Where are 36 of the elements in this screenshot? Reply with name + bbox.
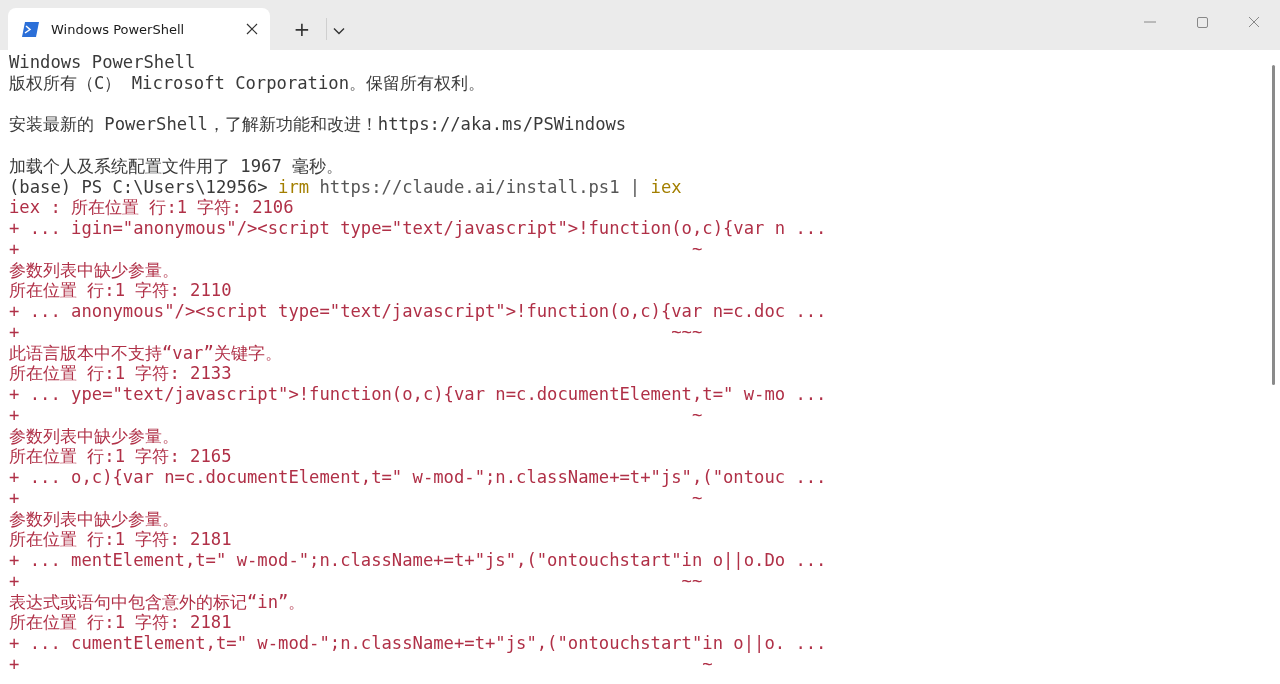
error-line: 此语言版本中不支持“var”关键字。 — [9, 342, 283, 364]
error-line: + ~~~ — [9, 321, 704, 343]
error-line: + ~ — [9, 487, 704, 509]
output-line: Windows PowerShell — [9, 52, 197, 73]
error-line: + ... o,c){var n=c.documentElement,t=" w-mod-";n.className+=t+"js",("ontouc ... — [9, 467, 827, 488]
output-line: 加载个人及系统配置文件用了 1967 毫秒。 — [9, 155, 345, 177]
close-tab-icon[interactable] — [246, 23, 258, 35]
error-line: 所在位置 行:1 字符: 2181 — [9, 612, 233, 633]
maximize-icon[interactable] — [1196, 16, 1208, 28]
terminal-tab[interactable]: Windows PowerShell — [8, 8, 270, 50]
error-line: 所在位置 行:1 字符: 2133 — [9, 363, 233, 384]
error-line: + ~ — [9, 404, 704, 426]
close-icon[interactable] — [1248, 16, 1260, 28]
error-line: 所在位置 行:1 字符: 2165 — [9, 446, 233, 467]
output-line: 安装最新的 PowerShell，了解新功能和改进！https://aka.ms/PSWindows — [9, 114, 628, 135]
error-line: + ~ — [9, 238, 704, 260]
command-line: (base) PS C:\Users\12956> irm https://claude.ai/install.ps1 | iex — [9, 176, 683, 198]
error-line: 表达式或语句中包含意外的标记“in”。 — [9, 591, 307, 613]
error-line: + ~ — [9, 653, 714, 675]
dropdown-chevron-icon[interactable] — [333, 27, 345, 35]
error-line: 参数列表中缺少参量。 — [9, 508, 180, 530]
error-line: + ... anonymous"/><script type="text/javascript">!function(o,c){var n=c.doc ... — [9, 301, 827, 322]
error-line: + ~~ — [9, 570, 704, 592]
powershell-icon — [22, 21, 39, 37]
error-line: + ... cumentElement,t=" w-mod-";n.className+=t+"js",("ontouchstart"in o||o. ... — [9, 633, 827, 654]
error-line: 所在位置 行:1 字符: 2110 — [9, 280, 233, 301]
error-line: + ... igin="anonymous"/><script type="text/javascript">!function(o,c){var n ... — [9, 218, 827, 239]
scrollbar[interactable] — [1272, 65, 1275, 385]
error-line: 所在位置 行:1 字符: 2181 — [9, 529, 233, 550]
error-line: + ... ype="text/javascript">!function(o,c){var n=c.documentElement,t=" w-mo ... — [9, 384, 827, 405]
output-line: 版权所有（C） Microsoft Corporation。保留所有权利。 — [9, 72, 486, 94]
error-line: + ... mentElement,t=" w-mod-";n.className+=t+"js",("ontouchstart"in o||o.Do ... — [9, 550, 827, 571]
new-tab-button[interactable]: + — [284, 13, 320, 45]
error-line: iex : 所在位置 行:1 字符: 2106 — [9, 197, 295, 218]
error-line: 参数列表中缺少参量。 — [9, 259, 180, 281]
error-line: 参数列表中缺少参量。 — [9, 425, 180, 447]
